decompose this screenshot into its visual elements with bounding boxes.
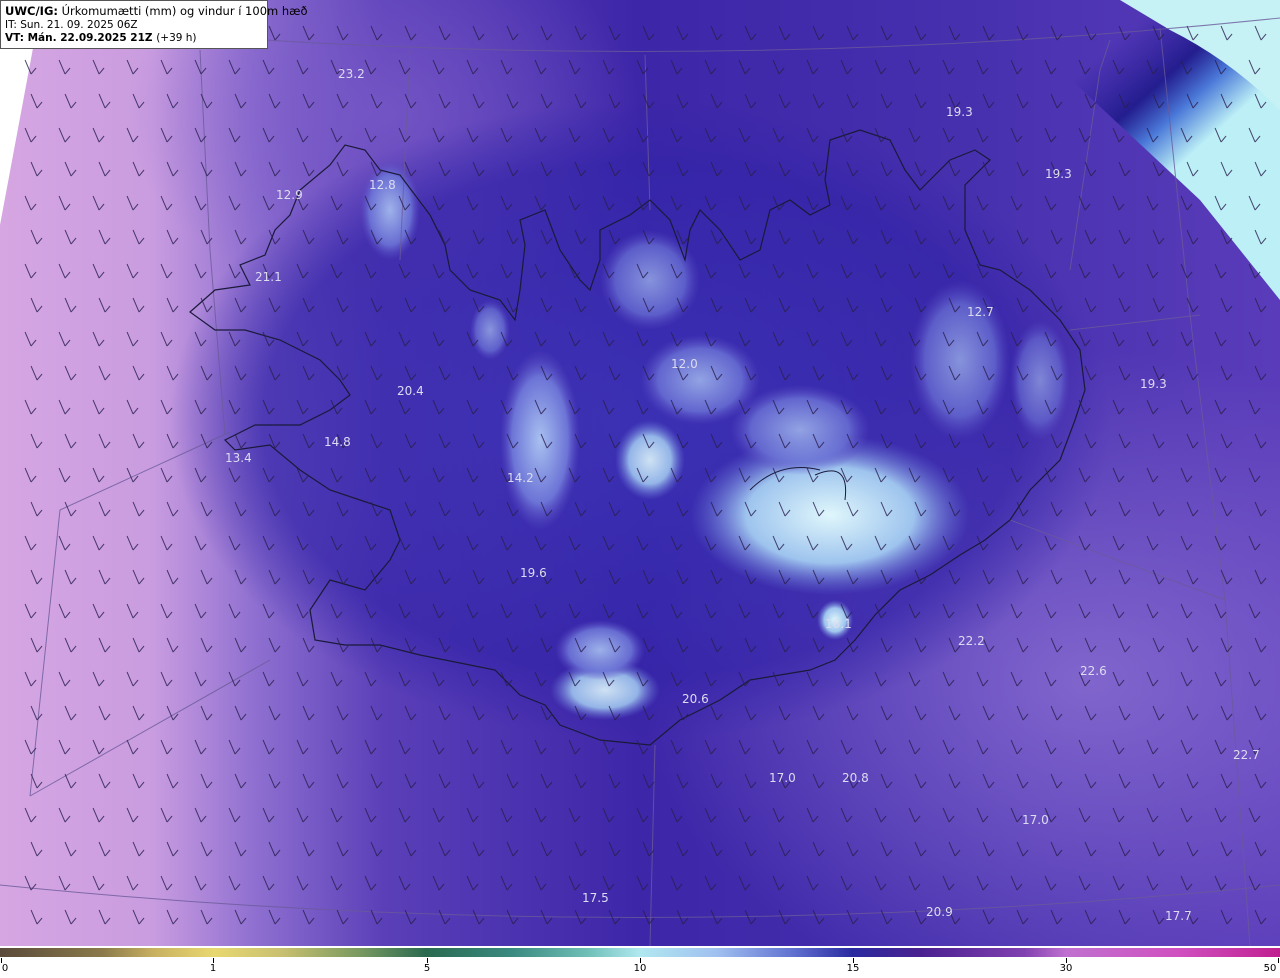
- map-value: 16.1: [825, 617, 852, 631]
- map-value: 14.8: [324, 435, 351, 449]
- map-value: 17.5: [582, 891, 609, 905]
- map-value: 21.1: [255, 270, 282, 284]
- map-value: 23.2: [338, 67, 365, 81]
- map-value: 12.0: [671, 357, 698, 371]
- map-value: 22.7: [1233, 748, 1260, 762]
- init-time: IT: Sun. 21. 09. 2025 06Z: [5, 19, 138, 31]
- map-value: 17.0: [769, 771, 796, 785]
- map-value: 13.4: [225, 451, 252, 465]
- map-title: UWC/IG: Úrkomumætti (mm) og vindur í 100…: [5, 4, 308, 19]
- lead-time: (+39 h): [156, 32, 197, 44]
- product-description: Úrkomumætti (mm) og vindur í 100m hæð: [61, 4, 308, 18]
- map-value: 19.6: [520, 566, 547, 580]
- colorbar-tick-label: 15: [846, 963, 860, 974]
- map-value: 12.9: [276, 188, 303, 202]
- colorbar-tick-label: 10: [633, 963, 647, 974]
- map-value: 22.6: [1080, 664, 1107, 678]
- colorbar-tick-label: 50: [1263, 963, 1277, 974]
- precipitation-map: 23.2 19.3 19.3 12.9 12.8 21.1 12.7 12.0 …: [0, 0, 1280, 946]
- map-value: 20.4: [397, 384, 424, 398]
- colorbar-tick-label: 1: [209, 963, 217, 974]
- valid-time: VT: Mán. 22.09.2025 21Z: [5, 32, 153, 44]
- product-name: UWC/IG:: [5, 4, 58, 18]
- map-value: 19.3: [946, 105, 973, 119]
- colorbar-strip: [0, 948, 1280, 957]
- map-value: 14.2: [507, 471, 534, 485]
- colorbar-tick-label: 5: [423, 963, 431, 974]
- map-value: 20.9: [926, 905, 953, 919]
- colorbar-tick-label: 30: [1059, 963, 1073, 974]
- map-value: 22.2: [958, 634, 985, 648]
- map-value: 12.7: [967, 305, 994, 319]
- map-value: 20.6: [682, 692, 709, 706]
- valid-time-line: VT: Mán. 22.09.2025 21Z (+39 h): [5, 32, 263, 45]
- map-title-box: UWC/IG: Úrkomumætti (mm) og vindur í 100…: [0, 0, 308, 49]
- map-value: 19.3: [1140, 377, 1167, 391]
- map-value: 17.7: [1165, 909, 1192, 923]
- map-value: 17.0: [1022, 813, 1049, 827]
- map-value: 19.3: [1045, 167, 1072, 181]
- colorbar: 0 1 5 10 15 30 50: [0, 946, 1280, 978]
- colorbar-tick: [1278, 958, 1279, 963]
- map-value: 20.8: [842, 771, 869, 785]
- colorbar-tick-label: 0: [1, 963, 9, 974]
- map-value: 12.8: [369, 178, 396, 192]
